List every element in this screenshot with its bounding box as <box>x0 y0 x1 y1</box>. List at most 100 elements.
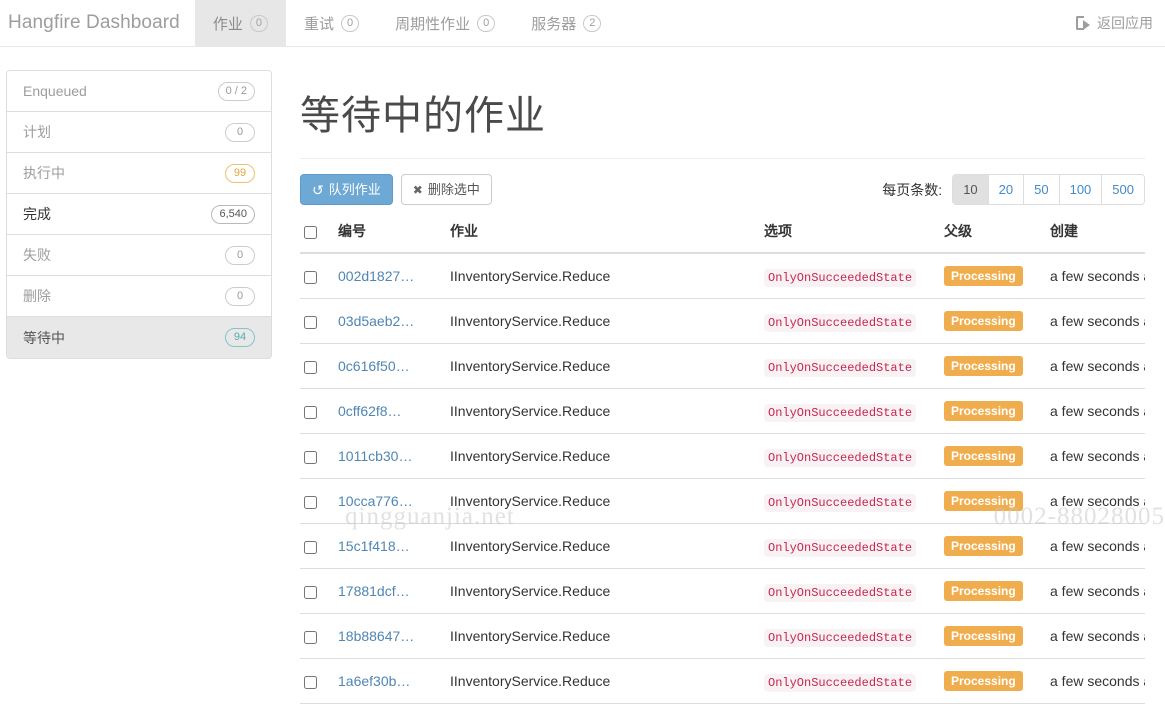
row-id-cell: 0c616f50… <box>334 344 446 389</box>
row-job-cell: IInventoryService.Reduce <box>446 614 760 659</box>
tab-recurring-jobs-count: 0 <box>477 15 495 32</box>
row-select-cell <box>300 299 334 344</box>
tab-recurring-jobs[interactable]: 周期性作业 0 <box>377 0 513 46</box>
enqueue-jobs-button[interactable]: ↻ 队列作业 <box>300 174 393 205</box>
row-parent-cell: Processing <box>940 614 1046 659</box>
job-id-link[interactable]: 03d5aeb2… <box>338 313 414 329</box>
tab-jobs[interactable]: 作业 0 <box>195 0 286 46</box>
row-select-checkbox[interactable] <box>304 676 317 689</box>
row-id-cell: 17881dcf… <box>334 569 446 614</box>
page-body: Enqueued 0 / 2 计划 0 执行中 99 完成 6,540 失败 0… <box>0 47 1165 704</box>
select-all-checkbox[interactable] <box>304 226 317 239</box>
row-select-cell <box>300 569 334 614</box>
table-row: 15c1f418…IInventoryService.ReduceOnlyOnS… <box>300 524 1145 569</box>
job-id-link[interactable]: 0c616f50… <box>338 358 410 374</box>
row-option-cell: OnlyOnSucceededState <box>760 253 940 299</box>
job-id-link[interactable]: 0cff62f8… <box>338 403 402 419</box>
status-badge: Processing <box>944 581 1023 601</box>
table-row: 1a6ef30b…IInventoryService.ReduceOnlyOnS… <box>300 659 1145 704</box>
row-select-checkbox[interactable] <box>304 451 317 464</box>
job-id-link[interactable]: 15c1f418… <box>338 538 410 554</box>
sidebar-item-scheduled[interactable]: 计划 0 <box>7 112 271 153</box>
sidebar-item-enqueued[interactable]: Enqueued 0 / 2 <box>7 71 271 112</box>
row-select-cell <box>300 614 334 659</box>
row-select-cell <box>300 524 334 569</box>
row-id-cell: 1a6ef30b… <box>334 659 446 704</box>
page-title: 等待中的作业 <box>300 94 1145 138</box>
job-id-link[interactable]: 002d1827… <box>338 268 414 284</box>
tab-retries[interactable]: 重试 0 <box>286 0 377 46</box>
sidebar-item-deleted-count: 0 <box>225 287 255 306</box>
row-select-checkbox[interactable] <box>304 361 317 374</box>
row-job-cell: IInventoryService.Reduce <box>446 253 760 299</box>
back-to-app-link[interactable]: 返回应用 <box>1076 13 1153 33</box>
sidebar-item-succeeded[interactable]: 完成 6,540 <box>7 194 271 235</box>
status-badge: Processing <box>944 671 1023 691</box>
row-select-cell <box>300 659 334 704</box>
per-page-option-50[interactable]: 50 <box>1024 175 1059 204</box>
status-badge: Processing <box>944 266 1023 286</box>
job-id-link[interactable]: 1a6ef30b… <box>338 673 410 689</box>
row-job-cell: IInventoryService.Reduce <box>446 569 760 614</box>
table-row: 18b88647…IInventoryService.ReduceOnlyOnS… <box>300 614 1145 659</box>
row-select-checkbox[interactable] <box>304 496 317 509</box>
row-select-checkbox[interactable] <box>304 541 317 554</box>
row-id-cell: 10cca776… <box>334 479 446 524</box>
row-select-checkbox[interactable] <box>304 406 317 419</box>
header-created: 创建 <box>1046 221 1145 253</box>
per-page-options: 10 20 50 100 500 <box>952 174 1145 205</box>
app-brand[interactable]: Hangfire Dashboard <box>0 0 195 46</box>
option-state-code: OnlyOnSucceededState <box>764 674 916 692</box>
status-badge: Processing <box>944 401 1023 421</box>
tab-servers[interactable]: 服务器 2 <box>513 0 619 46</box>
per-page-option-10[interactable]: 10 <box>953 175 988 204</box>
row-select-checkbox[interactable] <box>304 586 317 599</box>
job-id-link[interactable]: 1011cb30… <box>338 448 412 464</box>
refresh-icon: ↻ <box>312 183 324 197</box>
per-page-label: 每页条数: <box>882 180 942 200</box>
row-parent-cell: Processing <box>940 253 1046 299</box>
row-job-cell: IInventoryService.Reduce <box>446 479 760 524</box>
header-id: 编号 <box>334 221 446 253</box>
row-select-cell <box>300 479 334 524</box>
delete-selected-label: 删除选中 <box>428 183 480 196</box>
row-option-cell: OnlyOnSucceededState <box>760 569 940 614</box>
row-parent-cell: Processing <box>940 659 1046 704</box>
tab-servers-label: 服务器 <box>531 13 576 34</box>
row-created-cell: a few seconds ago <box>1046 389 1145 434</box>
row-option-cell: OnlyOnSucceededState <box>760 434 940 479</box>
sidebar-item-processing-label: 执行中 <box>23 163 65 183</box>
row-created-cell: a few seconds ago <box>1046 299 1145 344</box>
job-id-link[interactable]: 18b88647… <box>338 628 414 644</box>
tab-recurring-jobs-label: 周期性作业 <box>395 13 470 34</box>
sidebar-item-scheduled-label: 计划 <box>23 122 51 142</box>
sign-out-icon <box>1076 16 1091 30</box>
sidebar-item-processing[interactable]: 执行中 99 <box>7 153 271 194</box>
row-select-checkbox[interactable] <box>304 631 317 644</box>
sidebar-item-deleted[interactable]: 删除 0 <box>7 276 271 317</box>
option-state-code: OnlyOnSucceededState <box>764 314 916 332</box>
sidebar-item-succeeded-label: 完成 <box>23 204 51 224</box>
delete-selected-button[interactable]: ✖ 删除选中 <box>401 174 492 205</box>
times-icon: ✖ <box>413 184 423 196</box>
option-state-code: OnlyOnSucceededState <box>764 359 916 377</box>
per-page-option-20[interactable]: 20 <box>989 175 1024 204</box>
per-page-option-100[interactable]: 100 <box>1060 175 1103 204</box>
row-select-checkbox[interactable] <box>304 271 317 284</box>
main-content: 等待中的作业 ↻ 队列作业 ✖ 删除选中 每页条数: 10 20 50 100 … <box>272 47 1165 704</box>
row-created-cell: a few seconds ago <box>1046 524 1145 569</box>
sidebar-item-processing-count: 99 <box>225 164 255 183</box>
table-row: 03d5aeb2…IInventoryService.ReduceOnlyOnS… <box>300 299 1145 344</box>
sidebar: Enqueued 0 / 2 计划 0 执行中 99 完成 6,540 失败 0… <box>6 70 272 359</box>
table-row: 002d1827… IInventoryService.ReduceOnlyOnS… <box>300 253 1145 299</box>
job-id-link[interactable]: 10cca776… <box>338 493 413 509</box>
sidebar-item-failed[interactable]: 失败 0 <box>7 235 271 276</box>
sidebar-item-awaiting[interactable]: 等待中 94 <box>7 317 271 358</box>
status-badge: Processing <box>944 356 1023 376</box>
row-select-checkbox[interactable] <box>304 316 317 329</box>
header-parent: 父级 <box>940 221 1046 253</box>
row-job-cell: IInventoryService.Reduce <box>446 524 760 569</box>
table-row: 10cca776…IInventoryService.ReduceOnlyOnS… <box>300 479 1145 524</box>
per-page-option-500[interactable]: 500 <box>1102 175 1144 204</box>
job-id-link[interactable]: 17881dcf… <box>338 583 410 599</box>
